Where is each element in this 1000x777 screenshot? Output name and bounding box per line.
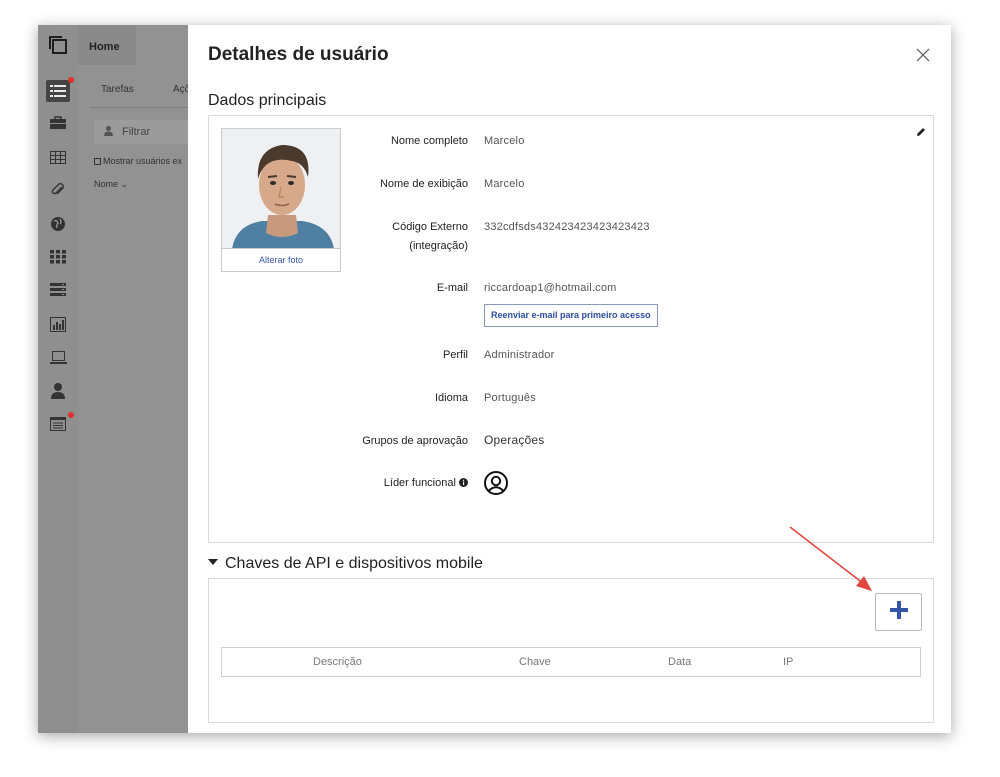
main-data-card: Alterar foto Nome completo Marcelo Nome …: [208, 115, 934, 543]
profile-label: Perfil: [442, 349, 468, 361]
stack-icon[interactable]: [49, 281, 67, 299]
external-code-value: 332cdfsds432423423423423423: [484, 221, 650, 233]
main-section-title: Dados principais: [208, 92, 327, 109]
apps-grid-icon[interactable]: [49, 248, 67, 266]
api-keys-table-header: Descrição Chave Data IP: [221, 647, 921, 677]
functional-leader-text: Líder funcional: [383, 477, 456, 489]
functional-leader-avatar-icon[interactable]: [484, 471, 508, 495]
calendar-icon[interactable]: [49, 415, 67, 433]
language-value: Português: [484, 392, 536, 404]
name-column-header[interactable]: Nome ⌄: [94, 179, 128, 190]
resend-email-button[interactable]: Reenviar e-mail para primeiro acesso: [484, 304, 658, 327]
column-chave[interactable]: Chave: [519, 656, 551, 668]
name-column-label: Nome: [94, 179, 119, 189]
full-name-value: Marcelo: [484, 135, 525, 147]
email-label: E-mail: [436, 282, 468, 294]
bar-chart-icon[interactable]: [49, 315, 67, 333]
show-users-checkbox[interactable]: Mostrar usuários ex: [94, 156, 182, 166]
display-name-value: Marcelo: [484, 178, 525, 190]
email-value: riccardoap1@hotmail.com: [484, 282, 617, 294]
user-details-panel: Detalhes de usuário Dados principais Alt…: [188, 25, 951, 733]
notification-dot: [68, 412, 74, 418]
home-tab[interactable]: Home: [78, 25, 136, 65]
caret-down-icon: [208, 559, 218, 565]
column-descricao[interactable]: Descrição: [313, 656, 362, 668]
functional-leader-label: Líder funcional: [384, 474, 468, 494]
logo-icon[interactable]: [48, 35, 68, 55]
checkbox-box[interactable]: [94, 158, 101, 165]
profile-value: Administrador: [484, 349, 555, 361]
notification-dot: [68, 77, 74, 83]
close-icon[interactable]: [916, 48, 930, 62]
plus-icon: [889, 600, 908, 624]
external-code-sublabel: (integração): [409, 240, 468, 252]
language-label: Idioma: [434, 392, 468, 404]
panel-title: Detalhes de usuário: [208, 44, 389, 65]
column-data[interactable]: Data: [668, 656, 691, 668]
api-section-title: Chaves de API e dispositivos mobile: [225, 555, 483, 572]
sidebar: [38, 25, 78, 733]
briefcase-icon[interactable]: [49, 114, 67, 132]
paperclip-icon[interactable]: [49, 181, 67, 199]
api-keys-card: Descrição Chave Data IP: [208, 578, 934, 723]
tab-tarefas[interactable]: Tarefas: [101, 84, 134, 95]
external-code-label: Código Externo: [392, 221, 468, 233]
info-icon[interactable]: [459, 475, 468, 494]
add-api-key-button[interactable]: [875, 593, 922, 631]
approval-groups-label: Grupos de aprovação: [362, 435, 468, 447]
pencil-icon[interactable]: [916, 124, 926, 136]
app-window: Home Tarefas Açõ Filtrar Mostrar usuário…: [38, 25, 951, 733]
change-photo-button[interactable]: Alterar foto: [221, 248, 341, 272]
chevron-down-icon: ⌄: [120, 179, 129, 189]
globe-icon[interactable]: [49, 215, 67, 233]
approval-groups-value: Operações: [484, 433, 545, 447]
api-keys-section-toggle[interactable]: Chaves de API e dispositivos mobile: [208, 555, 483, 573]
show-users-label: Mostrar usuários ex: [103, 156, 183, 166]
full-name-label: Nome completo: [390, 135, 468, 147]
user-filter-icon: [104, 126, 113, 139]
user-icon[interactable]: [49, 382, 67, 400]
table-icon[interactable]: [49, 148, 67, 166]
user-photo: [221, 128, 341, 248]
column-ip[interactable]: IP: [783, 656, 793, 668]
list-icon[interactable]: [46, 80, 70, 102]
display-name-label: Nome de exibição: [379, 178, 468, 190]
filter-placeholder: Filtrar: [122, 126, 151, 138]
laptop-icon[interactable]: [49, 348, 67, 366]
